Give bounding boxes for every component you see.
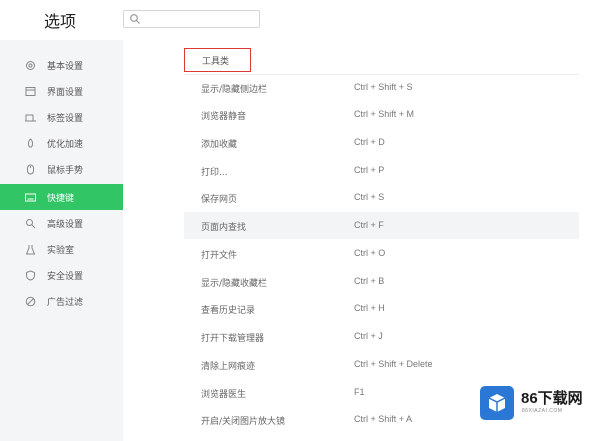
shortcut-action: 清除上网痕迹 bbox=[201, 362, 256, 372]
shortcut-keys[interactable]: Ctrl + Shift + Delete bbox=[354, 359, 433, 369]
watermark-url: 86XIAZAI.COM bbox=[522, 408, 563, 414]
shortcut-action: 显示/隐藏侧边栏 bbox=[201, 85, 268, 95]
flask-icon bbox=[25, 244, 36, 254]
shortcut-keys[interactable]: Ctrl + B bbox=[354, 276, 384, 286]
shortcut-row[interactable]: 添加收藏 Ctrl + D bbox=[184, 129, 579, 156]
section-title-box: 工具类 bbox=[184, 48, 251, 72]
sidebar-item-tabs[interactable]: 标签设置 bbox=[0, 104, 123, 130]
shortcut-row[interactable]: 页面内查找 Ctrl + F bbox=[184, 212, 579, 239]
shortcut-keys[interactable]: Ctrl + O bbox=[354, 248, 385, 258]
settings-icon bbox=[26, 60, 35, 70]
sidebar-item-label: 基本设置 bbox=[47, 61, 84, 72]
shortcut-action: 显示/隐藏收藏栏 bbox=[201, 279, 268, 289]
page-title: 选项 bbox=[44, 12, 77, 31]
shortcut-action: 浏览器静音 bbox=[201, 112, 247, 122]
shortcut-action: 打开文件 bbox=[201, 251, 238, 261]
shortcut-keys[interactable]: F1 bbox=[354, 387, 365, 397]
shortcut-action: 保存网页 bbox=[201, 195, 238, 205]
shortcut-keys[interactable]: Ctrl + Shift + M bbox=[354, 109, 414, 119]
section-title: 工具类 bbox=[202, 57, 230, 67]
sidebar-item-label: 界面设置 bbox=[47, 87, 84, 98]
shortcut-action: 打开下载管理器 bbox=[201, 334, 265, 344]
shortcut-keys[interactable]: Ctrl + Shift + S bbox=[354, 82, 413, 92]
sidebar-item-label: 实验室 bbox=[47, 245, 75, 256]
shortcut-row[interactable]: 清除上网痕迹 Ctrl + Shift + Delete bbox=[184, 351, 579, 378]
box-logo-icon bbox=[480, 386, 514, 420]
sidebar-item-label: 优化加速 bbox=[47, 139, 84, 150]
sidebar-item-label: 广告过滤 bbox=[47, 297, 84, 308]
shortcut-row[interactable]: 打开下载管理器 Ctrl + J bbox=[184, 323, 579, 350]
shortcut-row[interactable]: 保存网页 Ctrl + S bbox=[184, 184, 579, 211]
sidebar-item-optimize[interactable]: 优化加速 bbox=[0, 130, 123, 156]
shortcut-keys[interactable]: Ctrl + Shift + A bbox=[354, 414, 412, 424]
shortcut-keys[interactable]: Ctrl + S bbox=[354, 192, 384, 202]
block-icon bbox=[25, 296, 36, 306]
shortcut-row[interactable]: 打开文件 Ctrl + O bbox=[184, 240, 579, 267]
sidebar-item-label: 标签设置 bbox=[47, 113, 84, 124]
shortcut-keys[interactable]: Ctrl + F bbox=[354, 220, 384, 230]
sidebar-item-lab[interactable]: 实验室 bbox=[0, 236, 123, 262]
search-icon bbox=[130, 14, 140, 24]
sidebar-item-label: 安全设置 bbox=[47, 271, 84, 282]
shortcut-action: 页面内查找 bbox=[201, 223, 247, 233]
shortcut-action: 开启/关闭图片放大镜 bbox=[201, 417, 286, 427]
sidebar-item-mouse-gestures[interactable]: 鼠标手势 bbox=[0, 156, 123, 182]
shortcut-row[interactable]: 打印... Ctrl + P bbox=[184, 157, 579, 184]
shield-icon bbox=[26, 269, 35, 281]
sidebar-item-advanced[interactable]: 高级设置 bbox=[0, 210, 123, 236]
sidebar-item-label: 快捷键 bbox=[47, 193, 75, 204]
shortcut-keys[interactable]: Ctrl + P bbox=[354, 165, 384, 175]
sidebar: 基本设置 界面设置 标签设置 优化加速 鼠标手势 快捷键 高级设置 实验室 安全… bbox=[0, 40, 123, 441]
sidebar-item-interface[interactable]: 界面设置 bbox=[0, 78, 123, 104]
shortcut-keys[interactable]: Ctrl + H bbox=[354, 303, 385, 313]
mouse-icon bbox=[27, 164, 34, 174]
shortcut-row[interactable]: 查看历史记录 Ctrl + H bbox=[184, 295, 579, 322]
keyboard-icon bbox=[25, 193, 36, 201]
shortcut-row[interactable]: 浏览器静音 Ctrl + Shift + M bbox=[184, 101, 579, 128]
watermark-logo: 86下载网 86XIAZAI.COM bbox=[476, 382, 594, 422]
sidebar-item-security[interactable]: 安全设置 bbox=[0, 262, 123, 288]
shortcut-row[interactable]: 显示/隐藏收藏栏 Ctrl + B bbox=[184, 268, 579, 295]
search-input[interactable] bbox=[142, 12, 260, 28]
tab-icon bbox=[25, 114, 36, 121]
search-icon bbox=[26, 218, 36, 228]
shortcut-action: 添加收藏 bbox=[201, 140, 238, 150]
shortcut-row[interactable]: 显示/隐藏侧边栏 Ctrl + Shift + S bbox=[184, 74, 579, 101]
sidebar-item-shortcuts[interactable]: 快捷键 bbox=[0, 184, 123, 210]
sidebar-item-label: 鼠标手势 bbox=[47, 165, 84, 176]
rocket-icon bbox=[27, 137, 34, 147]
watermark-brand: 86下载网 bbox=[521, 390, 583, 407]
top-bar: 选项 bbox=[0, 0, 596, 40]
shortcut-action: 打印... bbox=[201, 168, 228, 178]
window-icon bbox=[25, 86, 36, 96]
sidebar-item-label: 高级设置 bbox=[47, 219, 84, 230]
sidebar-item-basic[interactable]: 基本设置 bbox=[0, 52, 123, 78]
search-box[interactable] bbox=[123, 10, 260, 28]
sidebar-item-adblock[interactable]: 广告过滤 bbox=[0, 288, 123, 314]
shortcut-keys[interactable]: Ctrl + J bbox=[354, 331, 383, 341]
shortcut-keys[interactable]: Ctrl + D bbox=[354, 137, 385, 147]
shortcut-action: 查看历史记录 bbox=[201, 306, 256, 316]
shortcut-action: 浏览器医生 bbox=[201, 390, 247, 400]
